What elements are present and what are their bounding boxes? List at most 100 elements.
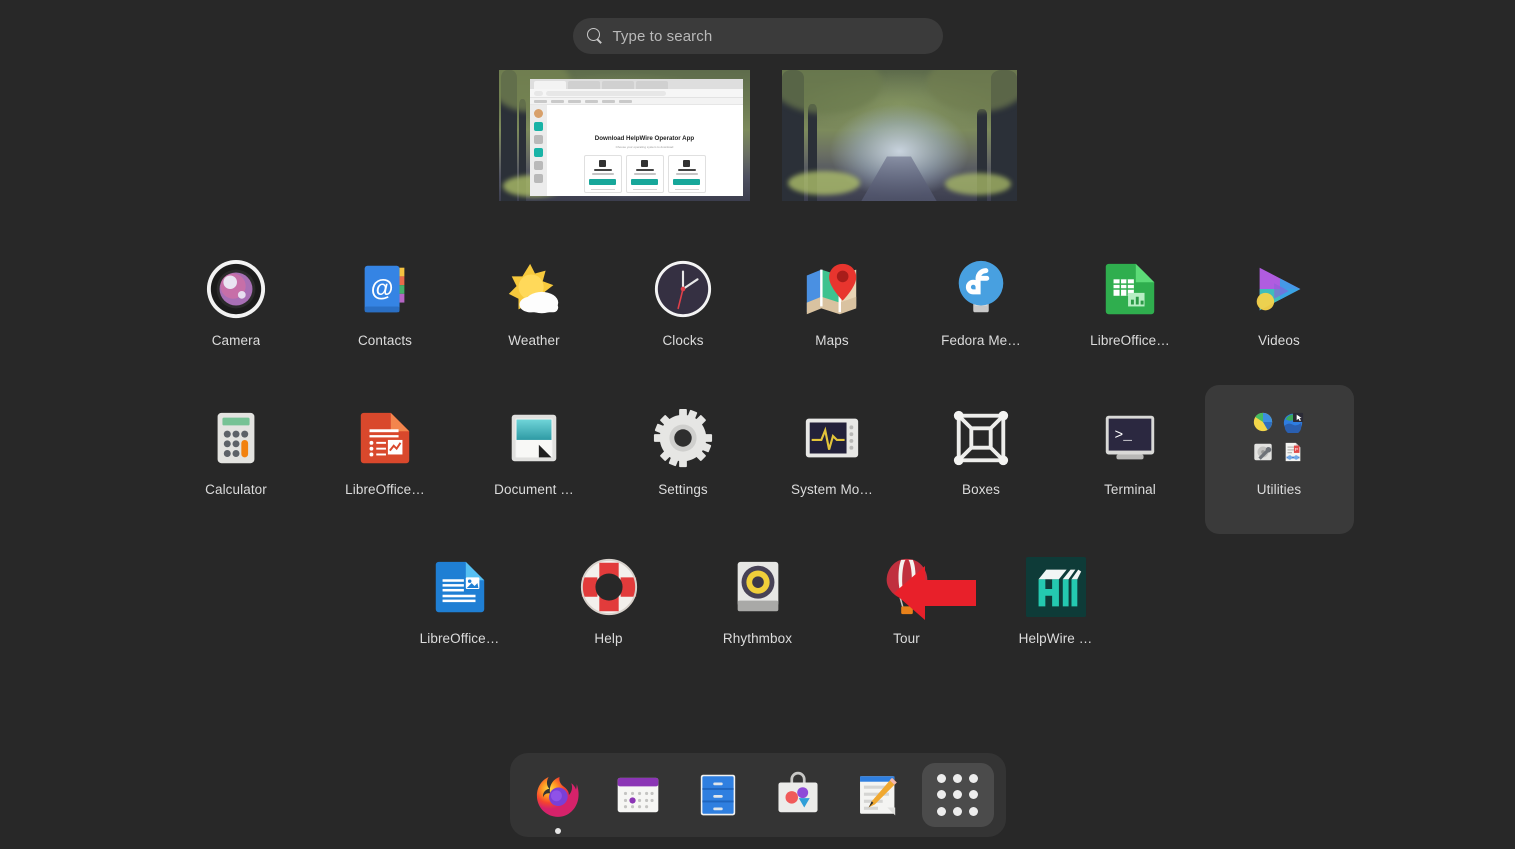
firefox-window-preview: Download HelpWire Operator App Choose yo… <box>529 79 743 196</box>
dock-item-files[interactable] <box>682 763 754 827</box>
app-label: Rhythmbox <box>722 631 793 646</box>
preview-page-title: Download HelpWire Operator App <box>594 135 695 142</box>
disk-utility-icon <box>1252 441 1274 463</box>
dash-dock <box>509 753 1006 837</box>
app-folder-utilities[interactable]: P Utilities <box>1204 385 1354 534</box>
app-weather[interactable]: Weather <box>460 236 609 385</box>
window-thumbnail-strip: Download HelpWire Operator App Choose yo… <box>0 70 1515 201</box>
app-label: Fedora Me… <box>941 333 1021 348</box>
contacts-icon: @ <box>354 258 416 320</box>
app-terminal[interactable]: >_ Terminal <box>1056 385 1205 534</box>
search-input[interactable]: Type to search <box>572 18 943 54</box>
app-label: Help <box>594 631 623 646</box>
app-label: Tour <box>893 631 920 646</box>
search-placeholder-text: Type to search <box>612 27 713 45</box>
download-card <box>583 155 622 193</box>
download-card <box>625 155 664 193</box>
app-grid-row: Calculator LibreOffice… Document … Setti… <box>0 385 1515 534</box>
download-card <box>667 155 706 193</box>
app-label: LibreOffice… <box>1090 333 1170 348</box>
fedora-media-writer-icon <box>950 258 1012 320</box>
system-monitor-icon <box>801 407 863 469</box>
app-rhythmbox[interactable]: Rhythmbox <box>683 534 832 683</box>
videos-icon <box>1248 258 1310 320</box>
screenshot-icon <box>1282 411 1304 435</box>
folder-label: Utilities <box>1256 482 1302 497</box>
search-bar-container: Type to search <box>0 18 1515 54</box>
app-label: Videos <box>1258 333 1300 348</box>
svg-text:P: P <box>1295 447 1298 452</box>
app-libreoffice-calc[interactable]: LibreOffice… <box>1056 236 1205 385</box>
rhythmbox-icon <box>727 556 789 618</box>
app-document-viewer[interactable]: Document … <box>460 385 609 534</box>
libreoffice-impress-icon <box>354 407 416 469</box>
app-settings[interactable]: Settings <box>609 385 758 534</box>
app-sidebar <box>529 105 547 196</box>
helpwire-icon <box>1025 556 1087 618</box>
app-label: HelpWire … <box>1018 631 1093 646</box>
app-libreoffice-writer[interactable]: LibreOffice… <box>385 534 534 683</box>
app-label: Contacts <box>357 333 413 348</box>
app-contacts[interactable]: @ Contacts <box>311 236 460 385</box>
terminal-icon: >_ <box>1099 407 1161 469</box>
preview-page-subtitle: Choose your operating system to download <box>615 145 674 149</box>
settings-gear-icon <box>652 407 714 469</box>
app-label: Document … <box>494 482 574 497</box>
page-content: Download HelpWire Operator App Choose yo… <box>546 105 743 196</box>
app-calculator[interactable]: Calculator <box>162 385 311 534</box>
app-camera[interactable]: Camera <box>162 236 311 385</box>
svg-text:@: @ <box>371 275 394 301</box>
search-icon <box>586 28 603 44</box>
app-boxes[interactable]: Boxes <box>907 385 1056 534</box>
folder-preview-grid: P <box>1248 407 1310 469</box>
app-help[interactable]: Help <box>534 534 683 683</box>
app-fedora-media-writer[interactable]: Fedora Me… <box>907 236 1056 385</box>
app-videos[interactable]: Videos <box>1205 236 1354 385</box>
document-viewer-icon: P <box>1282 441 1304 463</box>
document-viewer-icon <box>503 407 565 469</box>
calculator-icon <box>205 407 267 469</box>
wallpaper-backdrop <box>781 70 1017 201</box>
app-label: Terminal <box>1104 482 1156 497</box>
dock-item-firefox[interactable] <box>522 763 594 834</box>
app-label: Boxes <box>961 482 1001 497</box>
boxes-icon <box>950 407 1012 469</box>
dock-item-show-applications[interactable] <box>921 763 994 827</box>
app-maps[interactable]: Maps <box>758 236 907 385</box>
dock-item-calendar[interactable] <box>602 763 674 827</box>
libreoffice-calc-icon <box>1099 258 1161 320</box>
running-indicator <box>554 828 561 834</box>
app-grid-icon <box>936 773 980 817</box>
maps-icon <box>801 258 863 320</box>
help-icon <box>578 556 640 618</box>
browser-bookmarks-bar <box>529 98 743 105</box>
browser-url-bar <box>529 89 743 98</box>
app-label: LibreOffice… <box>419 631 500 646</box>
camera-icon <box>205 258 267 320</box>
window-thumbnail-firefox[interactable]: Download HelpWire Operator App Choose yo… <box>498 70 750 201</box>
dock-item-software[interactable] <box>762 763 834 827</box>
disk-usage-analyzer-icon <box>1252 411 1274 433</box>
browser-tab-strip <box>529 79 743 89</box>
app-helpwire[interactable]: HelpWire … <box>981 534 1130 683</box>
app-label: System Mo… <box>790 482 873 497</box>
app-label: Maps <box>815 333 849 348</box>
weather-icon <box>503 258 565 320</box>
app-label: Weather <box>508 333 560 348</box>
app-grid: Camera @ Contacts Weather Clocks Maps Fe… <box>0 236 1515 683</box>
clocks-icon <box>652 258 714 320</box>
app-label: Clocks <box>662 333 704 348</box>
app-libreoffice-impress[interactable]: LibreOffice… <box>311 385 460 534</box>
app-label: LibreOffice… <box>345 482 425 497</box>
app-grid-row: LibreOffice… Help Rhythmbox Tour HelpWir… <box>0 534 1515 683</box>
libreoffice-writer-icon <box>429 556 491 618</box>
app-label: Calculator <box>205 482 267 497</box>
red-arrow-pointer <box>894 565 976 621</box>
app-grid-row: Camera @ Contacts Weather Clocks Maps Fe… <box>0 236 1515 385</box>
window-thumbnail-desktop[interactable] <box>781 70 1017 201</box>
dock-item-text-editor[interactable] <box>842 763 914 827</box>
app-clocks[interactable]: Clocks <box>609 236 758 385</box>
svg-text:>_: >_ <box>1115 428 1133 444</box>
app-system-monitor[interactable]: System Mo… <box>758 385 907 534</box>
app-label: Settings <box>658 482 708 497</box>
